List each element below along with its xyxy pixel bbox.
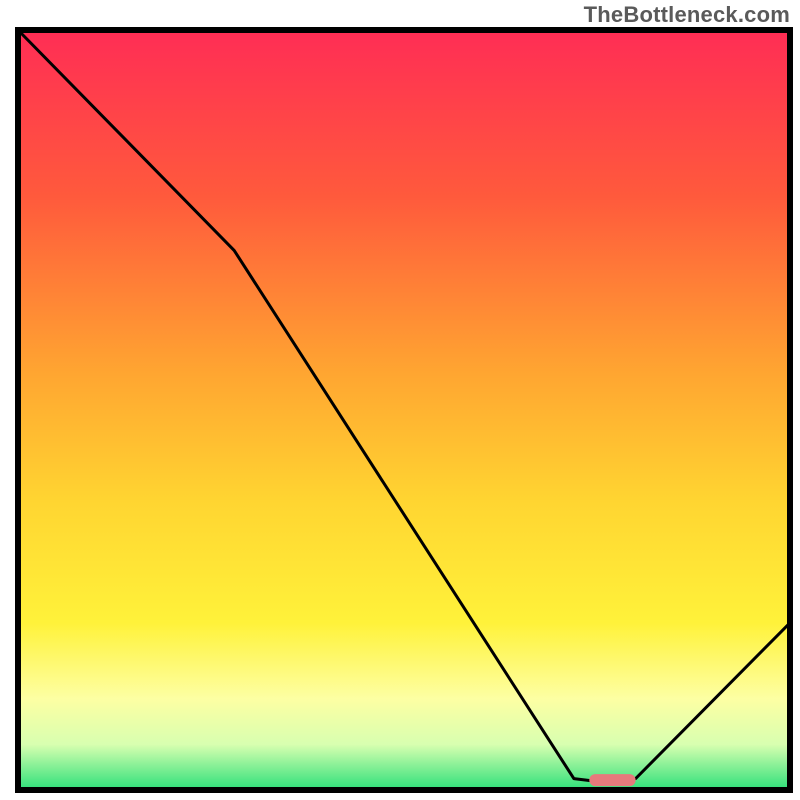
watermark-text: TheBottleneck.com bbox=[584, 2, 790, 28]
plot-background bbox=[18, 30, 790, 790]
optimal-region-marker bbox=[589, 774, 635, 786]
bottleneck-chart bbox=[0, 0, 800, 800]
chart-container: TheBottleneck.com bbox=[0, 0, 800, 800]
